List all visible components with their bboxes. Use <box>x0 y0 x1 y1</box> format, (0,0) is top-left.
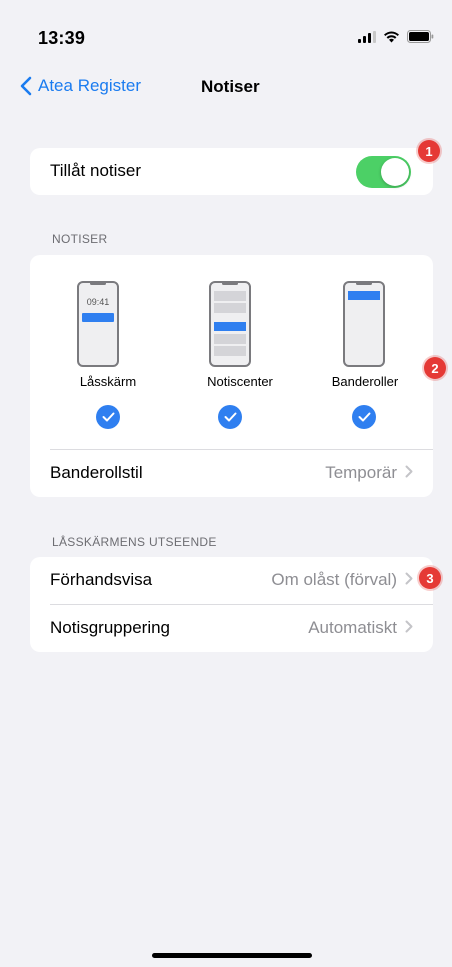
banner-style-row[interactable]: Banderollstil Temporär <box>30 450 433 497</box>
annotation-badge-2: 2 <box>424 357 446 379</box>
home-indicator <box>152 953 312 958</box>
section-header-lockscreen-appearance: LÅSSKÄRMENS UTSEENDE <box>52 535 217 549</box>
signal-icon <box>358 30 376 43</box>
checkmark-icon <box>358 412 370 422</box>
banner-style-value: Temporär <box>325 463 397 482</box>
annotation-badge-3: 3 <box>419 567 441 589</box>
banner-style-label: Banderollstil <box>50 463 143 482</box>
grouping-right: Automatiskt <box>308 618 413 638</box>
style-option-lockscreen[interactable]: 09:41 Låsskärm <box>48 255 168 445</box>
toggle-knob <box>381 158 409 186</box>
chevron-left-icon <box>20 76 32 96</box>
allow-notifications-card: Tillåt notiser <box>30 148 433 195</box>
nc-row-highlight <box>214 322 246 331</box>
preview-row[interactable]: Förhandsvisa Om olåst (förval) <box>30 557 433 604</box>
status-time: 13:39 <box>38 28 86 48</box>
section-header-notiser: NOTISER <box>52 232 108 246</box>
phone-notch <box>222 282 238 285</box>
annotation-badge-1: 1 <box>418 140 440 162</box>
lockscreen-banner <box>82 313 114 322</box>
allow-notifications-toggle[interactable] <box>356 156 411 188</box>
nc-row <box>214 334 246 344</box>
grouping-value: Automatiskt <box>308 618 397 637</box>
style-option-banners[interactable]: Banderoller <box>295 255 415 445</box>
navigation-bar: Atea Register Notiser <box>0 70 452 106</box>
style-label-lockscreen: Låsskärm <box>79 374 137 389</box>
wifi-icon <box>384 31 399 42</box>
phone-notch <box>90 282 106 285</box>
lockscreen-preview-time: 09:41 <box>86 297 110 307</box>
notification-styles-card: 09:41 Låsskärm Notiscenter Banderoller B… <box>30 255 433 497</box>
nc-row <box>214 346 246 356</box>
lockscreen-phone-icon: 09:41 <box>77 281 119 367</box>
chevron-right-icon <box>405 463 413 483</box>
back-button[interactable]: Atea Register <box>20 76 141 96</box>
grouping-label: Notisgruppering <box>50 618 171 637</box>
back-button-label: Atea Register <box>38 76 141 95</box>
banners-banner <box>348 291 380 300</box>
nc-row <box>214 291 246 301</box>
page-title: Notiser <box>201 77 260 96</box>
preview-right: Om olåst (förval) <box>271 570 413 590</box>
notification-center-phone-icon <box>209 281 251 367</box>
preview-label: Förhandsvisa <box>50 570 153 589</box>
status-bar: 13:39 <box>0 0 452 70</box>
style-label-banners: Banderoller <box>331 374 399 389</box>
lockscreen-checkmark[interactable] <box>96 405 120 429</box>
preview-value: Om olåst (förval) <box>271 570 397 589</box>
nc-row <box>214 303 246 313</box>
banners-checkmark[interactable] <box>352 405 376 429</box>
phone-notch <box>356 282 372 285</box>
style-option-notification-center[interactable]: Notiscenter <box>170 255 290 445</box>
chevron-right-icon <box>405 618 413 638</box>
banners-phone-icon <box>343 281 385 367</box>
allow-notifications-label: Tillåt notiser <box>50 161 142 180</box>
checkmark-icon <box>102 412 114 422</box>
banner-style-right: Temporär <box>325 463 413 483</box>
status-icons <box>358 30 434 43</box>
style-label-notification-center: Notiscenter <box>207 374 273 389</box>
notification-center-checkmark[interactable] <box>218 405 242 429</box>
grouping-row[interactable]: Notisgruppering Automatiskt <box>30 605 433 652</box>
lockscreen-appearance-card: Förhandsvisa Om olåst (förval) Notisgrup… <box>30 557 433 652</box>
chevron-right-icon <box>405 570 413 590</box>
checkmark-icon <box>224 412 236 422</box>
battery-icon <box>407 30 434 43</box>
